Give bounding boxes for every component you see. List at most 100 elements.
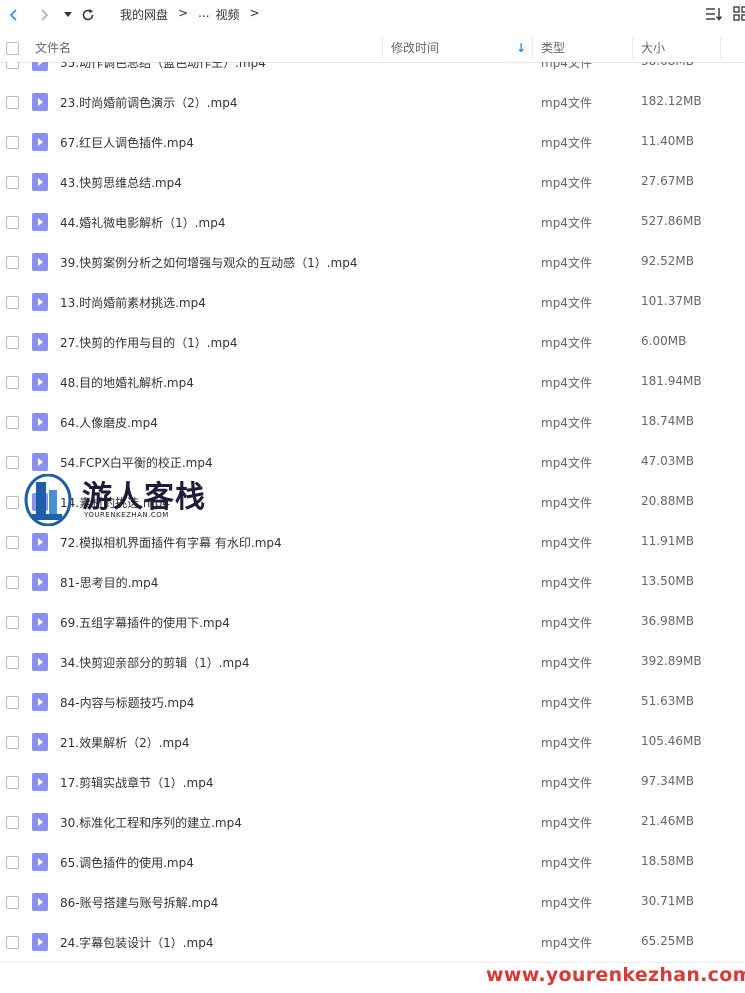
- row-checkbox[interactable]: [6, 136, 19, 149]
- row-checkbox[interactable]: [6, 256, 19, 269]
- video-file-icon: [32, 853, 48, 871]
- column-header-type[interactable]: 类型: [541, 34, 565, 62]
- file-row[interactable]: 27.快剪的作用与目的（1）.mp4 mp4文件 6.00MB: [0, 322, 745, 362]
- row-checkbox[interactable]: [6, 856, 19, 869]
- file-name[interactable]: 81-思考目的.mp4: [60, 574, 158, 591]
- file-type: mp4文件: [541, 856, 592, 870]
- column-divider[interactable]: [720, 36, 721, 60]
- file-name[interactable]: 34.快剪迎亲部分的剪辑（1）.mp4: [60, 654, 249, 671]
- file-row[interactable]: 44.婚礼微电影解析（1）.mp4 mp4文件 527.86MB: [0, 202, 745, 242]
- row-checkbox[interactable]: [6, 96, 19, 109]
- row-checkbox[interactable]: [6, 816, 19, 829]
- breadcrumb-ellipsis[interactable]: ...: [198, 6, 209, 23]
- file-size: 20.88MB: [641, 494, 694, 508]
- file-size: 38.08MB: [641, 62, 694, 68]
- row-checkbox[interactable]: [6, 696, 19, 709]
- file-row[interactable]: 17.剪辑实战章节（1）.mp4 mp4文件 97.34MB: [0, 762, 745, 802]
- column-header-size[interactable]: 大小: [641, 34, 665, 62]
- file-name[interactable]: 23.时尚婚前调色演示（2）.mp4: [60, 94, 237, 111]
- file-size: 92.52MB: [641, 254, 694, 268]
- file-row[interactable]: 72.模拟相机界面插件有字幕 有水印.mp4 mp4文件 11.91MB: [0, 522, 745, 562]
- breadcrumb-root[interactable]: 我的网盘: [120, 6, 168, 23]
- file-size: 65.25MB: [641, 934, 694, 948]
- file-name[interactable]: 24.字幕包装设计（1）.mp4: [60, 934, 213, 951]
- file-row[interactable]: 86-账号搭建与账号拆解.mp4 mp4文件 30.71MB: [0, 882, 745, 922]
- back-button[interactable]: [4, 5, 24, 25]
- file-type: mp4文件: [541, 136, 592, 150]
- file-name[interactable]: 17.剪辑实战章节（1）.mp4: [60, 774, 213, 791]
- chevron-left-icon: [9, 9, 17, 21]
- row-checkbox[interactable]: [6, 336, 19, 349]
- file-row[interactable]: 39.快剪案例分析之如何增强与观众的互动感（1）.mp4 mp4文件 92.52MB: [0, 242, 745, 282]
- file-row[interactable]: 65.调色插件的使用.mp4 mp4文件 18.58MB: [0, 842, 745, 882]
- file-name[interactable]: 30.标准化工程和序列的建立.mp4: [60, 814, 242, 831]
- column-header-modified[interactable]: 修改时间: [391, 34, 439, 62]
- file-name[interactable]: 39.快剪案例分析之如何增强与观众的互动感（1）.mp4: [60, 254, 357, 271]
- file-name[interactable]: 69.五组字幕插件的使用下.mp4: [60, 614, 230, 631]
- video-file-icon: [32, 733, 48, 751]
- file-name[interactable]: 44.婚礼微电影解析（1）.mp4: [60, 214, 225, 231]
- file-name[interactable]: 72.模拟相机界面插件有字幕 有水印.mp4: [60, 534, 282, 551]
- row-checkbox[interactable]: [6, 736, 19, 749]
- file-row[interactable]: 64.人像磨皮.mp4 mp4文件 18.74MB: [0, 402, 745, 442]
- row-checkbox[interactable]: [6, 296, 19, 309]
- file-row[interactable]: 84-内容与标题技巧.mp4 mp4文件 51.63MB: [0, 682, 745, 722]
- history-dropdown-button[interactable]: [58, 5, 78, 25]
- file-name[interactable]: 27.快剪的作用与目的（1）.mp4: [60, 334, 237, 351]
- row-checkbox[interactable]: [6, 216, 19, 229]
- row-checkbox[interactable]: [6, 176, 19, 189]
- row-checkbox[interactable]: [6, 376, 19, 389]
- row-checkbox[interactable]: [6, 616, 19, 629]
- file-row[interactable]: 43.快剪思维总结.mp4 mp4文件 27.67MB: [0, 162, 745, 202]
- row-checkbox[interactable]: [6, 576, 19, 589]
- select-all-checkbox[interactable]: [6, 42, 19, 55]
- column-divider[interactable]: [632, 36, 633, 60]
- file-row[interactable]: 23.时尚婚前调色演示（2）.mp4 mp4文件 182.12MB: [0, 82, 745, 122]
- forward-button[interactable]: [34, 5, 54, 25]
- file-row[interactable]: 69.五组字幕插件的使用下.mp4 mp4文件 36.98MB: [0, 602, 745, 642]
- file-name[interactable]: 65.调色插件的使用.mp4: [60, 854, 194, 871]
- file-name[interactable]: 84-内容与标题技巧.mp4: [60, 694, 194, 711]
- file-row[interactable]: 34.快剪迎亲部分的剪辑（1）.mp4 mp4文件 392.89MB: [0, 642, 745, 682]
- file-name[interactable]: 64.人像磨皮.mp4: [60, 414, 158, 431]
- sort-list-icon: [706, 8, 723, 21]
- column-divider[interactable]: [382, 36, 383, 60]
- file-row[interactable]: 35.动作调色总结（蓝色动作王）.mp4 mp4文件 38.08MB: [0, 62, 745, 82]
- row-checkbox[interactable]: [6, 536, 19, 549]
- file-row[interactable]: 67.红巨人调色插件.mp4 mp4文件 11.40MB: [0, 122, 745, 162]
- file-name[interactable]: 48.目的地婚礼解析.mp4: [60, 374, 194, 391]
- file-row[interactable]: 48.目的地婚礼解析.mp4 mp4文件 181.94MB: [0, 362, 745, 402]
- row-checkbox[interactable]: [6, 496, 19, 509]
- view-tools: [705, 6, 745, 24]
- row-checkbox[interactable]: [6, 62, 19, 69]
- sort-button[interactable]: [705, 6, 723, 24]
- refresh-button[interactable]: [78, 5, 98, 25]
- breadcrumb: 我的网盘 > ... 视频 >: [120, 6, 270, 23]
- file-row[interactable]: 21.效果解析（2）.mp4 mp4文件 105.46MB: [0, 722, 745, 762]
- row-checkbox[interactable]: [6, 656, 19, 669]
- file-row[interactable]: 13.时尚婚前素材挑选.mp4 mp4文件 101.37MB: [0, 282, 745, 322]
- video-file-icon: [32, 253, 48, 271]
- file-name[interactable]: 13.时尚婚前素材挑选.mp4: [60, 294, 206, 311]
- file-name[interactable]: 54.FCPX白平衡的校正.mp4: [60, 454, 213, 471]
- file-name[interactable]: 86-账号搭建与账号拆解.mp4: [60, 894, 218, 911]
- file-name[interactable]: 43.快剪思维总结.mp4: [60, 174, 182, 191]
- column-header-name[interactable]: 文件名: [35, 34, 71, 62]
- file-row[interactable]: 30.标准化工程和序列的建立.mp4 mp4文件 21.46MB: [0, 802, 745, 842]
- file-row[interactable]: 81-思考目的.mp4 mp4文件 13.50MB: [0, 562, 745, 602]
- column-divider[interactable]: [532, 36, 533, 60]
- row-checkbox[interactable]: [6, 936, 19, 949]
- file-name[interactable]: 35.动作调色总结（蓝色动作王）.mp4: [60, 62, 266, 71]
- file-name[interactable]: 21.效果解析（2）.mp4: [60, 734, 189, 751]
- file-size: 181.94MB: [641, 374, 702, 388]
- breadcrumb-current[interactable]: 视频: [216, 6, 240, 23]
- video-file-icon: [32, 293, 48, 311]
- file-row[interactable]: 24.字幕包装设计（1）.mp4 mp4文件 65.25MB: [0, 922, 745, 962]
- file-name[interactable]: 67.红巨人调色插件.mp4: [60, 134, 194, 151]
- row-checkbox[interactable]: [6, 416, 19, 429]
- row-checkbox[interactable]: [6, 896, 19, 909]
- file-size: 11.91MB: [641, 534, 694, 548]
- view-mode-button[interactable]: [733, 6, 745, 24]
- row-checkbox[interactable]: [6, 776, 19, 789]
- row-checkbox[interactable]: [6, 456, 19, 469]
